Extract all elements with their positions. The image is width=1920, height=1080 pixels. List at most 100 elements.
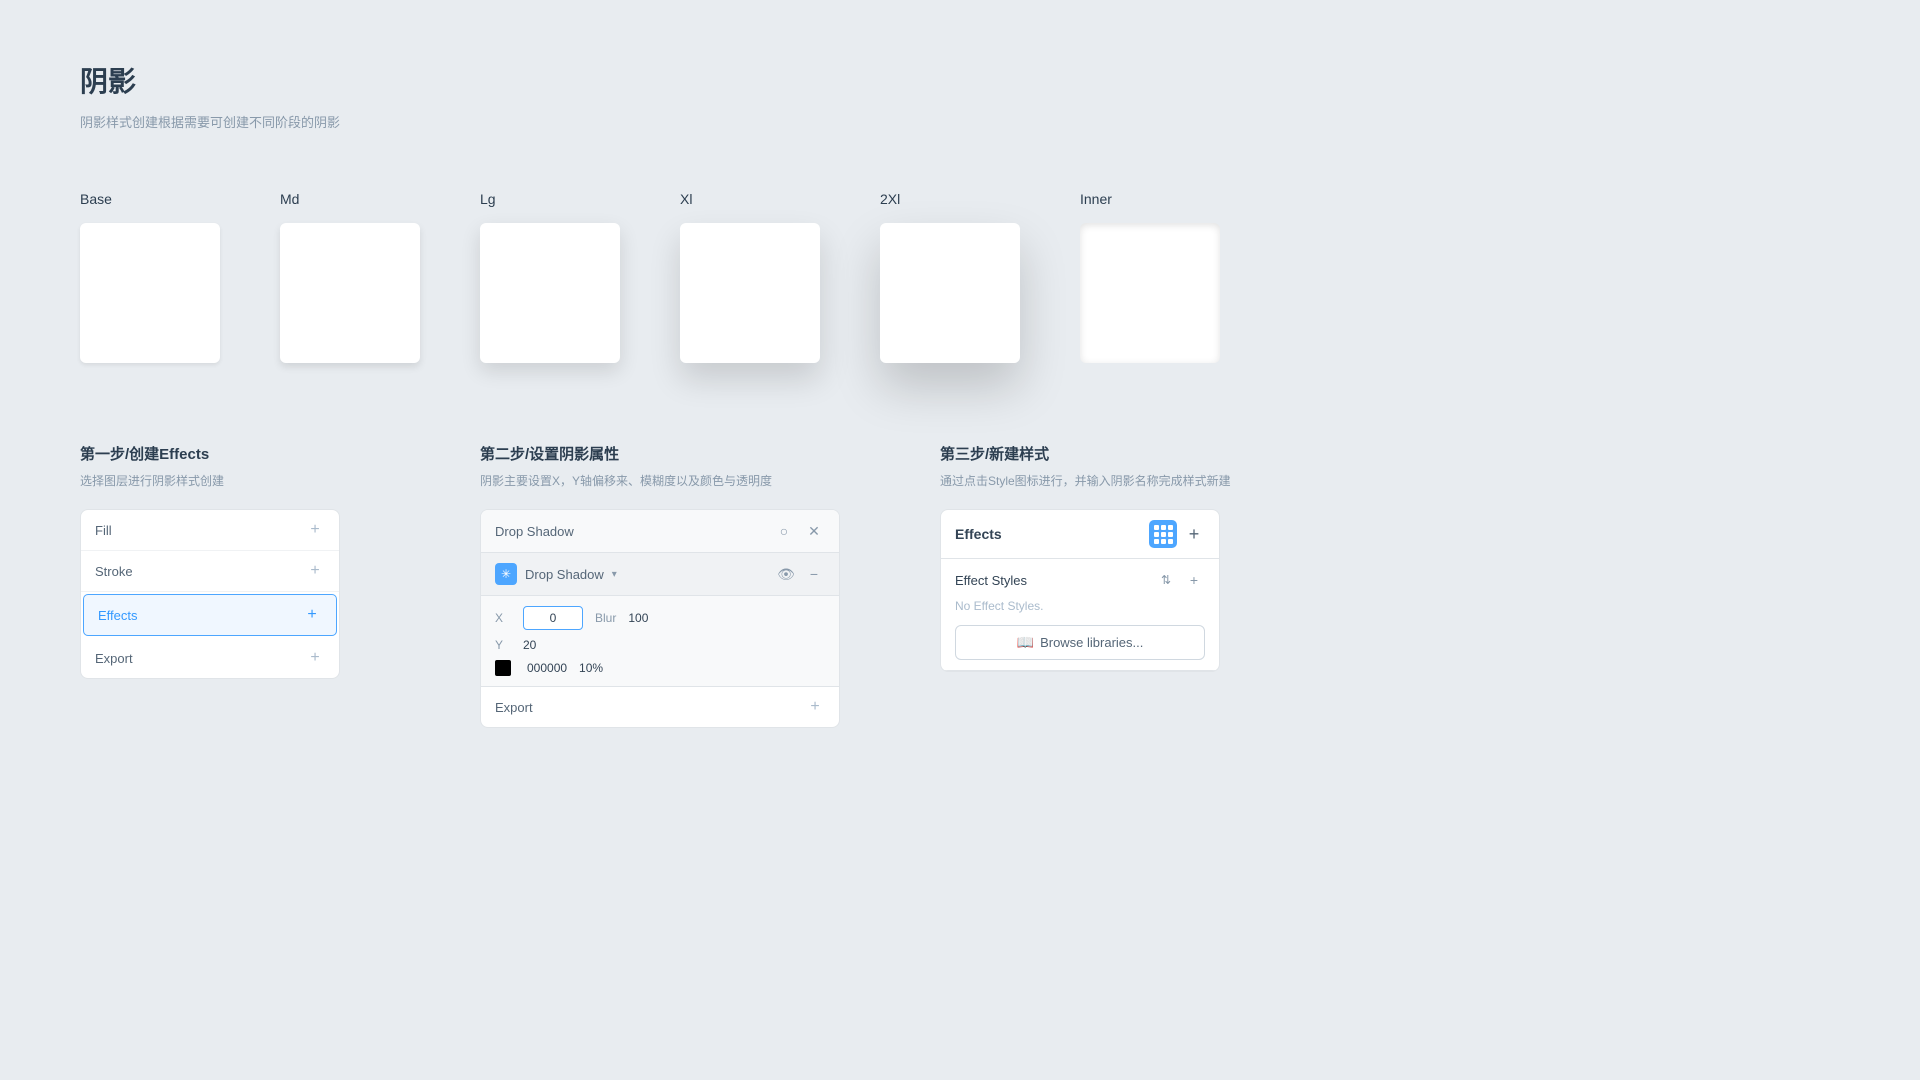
export-label-step1: Export: [95, 651, 133, 666]
page-container: 阴影 阴影样式创建根据需要可创建不同阶段的阴影 Base Md Lg Xl 2X…: [0, 0, 1920, 788]
export-row-step1: Export +: [81, 638, 339, 678]
step1-section: 第一步/创建Effects 选择图层进行阴影样式创建 Fill + Stroke…: [80, 443, 420, 679]
shadow-box-lg: [480, 223, 620, 363]
grid-icon-btn[interactable]: [1149, 520, 1177, 548]
es-header-icons: +: [1149, 520, 1205, 548]
shadow-label-lg: Lg: [480, 191, 496, 207]
effects-label: Effects: [98, 608, 138, 623]
drop-shadow-header: Drop Shadow ○ ✕: [481, 510, 839, 553]
step3-section: 第三步/新建样式 通过点击Style图标进行，并输入阴影名称完成样式新建 Eff…: [940, 443, 1280, 672]
shadow-card-xl: Xl: [680, 191, 820, 363]
shadow-card-xxl: 2Xl: [880, 191, 1020, 363]
effects-add-btn[interactable]: +: [302, 605, 322, 625]
no-styles-text: No Effect Styles.: [955, 599, 1205, 613]
opacity-value: 10%: [579, 661, 603, 675]
shadow-label-xxl: 2Xl: [880, 191, 900, 207]
dot3: [1168, 525, 1173, 530]
x-label: X: [495, 611, 511, 625]
shadow-box-inner: [1080, 223, 1220, 363]
drop-shadow-name: Drop Shadow: [525, 567, 604, 582]
step1-title: 第一步/创建Effects: [80, 443, 420, 464]
effects-panel: Fill + Stroke + Effects + Export: [80, 509, 340, 679]
eye-icon[interactable]: 👁: [775, 563, 797, 585]
es-section-header: Effect Styles ⇅ +: [955, 569, 1205, 591]
shadow-label-md: Md: [280, 191, 299, 207]
browse-btn-label: Browse libraries...: [1040, 635, 1143, 650]
page-title: 阴影: [80, 60, 1840, 100]
drop-shadow-chevron: ▾: [612, 569, 617, 580]
shadow-box-xxl: [880, 223, 1020, 363]
export-label: Export: [495, 700, 533, 715]
y-value: 20: [523, 638, 536, 652]
x-blur-row: X Blur 100: [495, 606, 825, 630]
shadow-box-md: [280, 223, 420, 363]
x-input[interactable]: [523, 606, 583, 630]
dot2: [1161, 525, 1166, 530]
step3-desc: 通过点击Style图标进行，并输入阴影名称完成样式新建: [940, 472, 1280, 489]
shadow-cards-row: Base Md Lg Xl 2Xl Inner: [80, 191, 1840, 363]
dot6: [1168, 532, 1173, 537]
es-section-add-btn[interactable]: +: [1183, 569, 1205, 591]
drop-shadow-subtitle-left: ✳ Drop Shadow ▾: [495, 563, 617, 585]
fill-label: Fill: [95, 523, 112, 538]
blur-label: Blur: [595, 611, 616, 625]
page-subtitle: 阴影样式创建根据需要可创建不同阶段的阴影: [80, 112, 1840, 131]
shadow-card-base: Base: [80, 191, 220, 363]
es-section-icons: ⇅ +: [1155, 569, 1205, 591]
es-header-title: Effects: [955, 526, 1002, 542]
dot8: [1161, 539, 1166, 544]
es-header: Effects: [941, 510, 1219, 559]
circle-icon[interactable]: ○: [773, 520, 795, 542]
drop-shadow-subtitle-row: ✳ Drop Shadow ▾ 👁 −: [481, 553, 839, 596]
shadow-label-xl: Xl: [680, 191, 692, 207]
drop-shadow-header-title: Drop Shadow: [495, 524, 574, 539]
es-add-btn[interactable]: +: [1183, 523, 1205, 545]
minus-icon[interactable]: −: [803, 563, 825, 585]
y-row: Y 20: [495, 638, 825, 652]
stroke-row: Stroke +: [81, 551, 339, 592]
es-section: Effect Styles ⇅ + No Effect Styles. 📖 Br…: [941, 559, 1219, 671]
fill-add-btn[interactable]: +: [305, 520, 325, 540]
shadow-card-lg: Lg: [480, 191, 620, 363]
effects-row: Effects +: [84, 595, 336, 635]
dot1: [1154, 525, 1159, 530]
es-sort-icon[interactable]: ⇅: [1155, 569, 1177, 591]
shadow-label-base: Base: [80, 191, 112, 207]
export-bottom-add-btn[interactable]: +: [805, 697, 825, 717]
header-icons: ○ ✕: [773, 520, 825, 542]
color-swatch[interactable]: [495, 660, 511, 676]
step2-desc: 阴影主要设置X，Y轴偏移来、模糊度以及颜色与透明度: [480, 472, 880, 489]
y-label: Y: [495, 638, 511, 652]
color-opacity-row: 000000 10%: [495, 660, 825, 676]
shadow-box-base: [80, 223, 220, 363]
shadow-card-md: Md: [280, 191, 420, 363]
steps-row: 第一步/创建Effects 选择图层进行阴影样式创建 Fill + Stroke…: [80, 443, 1840, 728]
browse-libraries-btn[interactable]: 📖 Browse libraries...: [955, 625, 1205, 660]
fill-row: Fill +: [81, 510, 339, 551]
shadow-card-inner: Inner: [1080, 191, 1220, 363]
snowflake-icon: ✳: [495, 563, 517, 585]
book-icon: 📖: [1017, 634, 1034, 651]
shadow-props: X Blur 100 Y 20 000000 10%: [481, 596, 839, 686]
dot5: [1161, 532, 1166, 537]
shadow-label-inner: Inner: [1080, 191, 1112, 207]
export-bottom-row: Export +: [481, 686, 839, 727]
dot9: [1168, 539, 1173, 544]
stroke-add-btn[interactable]: +: [305, 561, 325, 581]
export-add-btn[interactable]: +: [305, 648, 325, 668]
blur-value: 100: [628, 611, 648, 625]
shadow-detail-panel: Drop Shadow ○ ✕ ✳ Drop Shadow ▾ 👁: [480, 509, 840, 728]
step2-section: 第二步/设置阴影属性 阴影主要设置X，Y轴偏移来、模糊度以及颜色与透明度 Dro…: [480, 443, 880, 728]
es-section-title: Effect Styles: [955, 573, 1027, 588]
effect-styles-panel: Effects: [940, 509, 1220, 672]
step1-desc: 选择图层进行阴影样式创建: [80, 472, 420, 489]
subtitle-right-icons: 👁 −: [775, 563, 825, 585]
shadow-box-xl: [680, 223, 820, 363]
close-icon[interactable]: ✕: [803, 520, 825, 542]
step3-title: 第三步/新建样式: [940, 443, 1280, 464]
stroke-label: Stroke: [95, 564, 133, 579]
dot7: [1154, 539, 1159, 544]
color-value: 000000: [527, 661, 567, 675]
dot4: [1154, 532, 1159, 537]
grid-dots: [1154, 525, 1173, 544]
